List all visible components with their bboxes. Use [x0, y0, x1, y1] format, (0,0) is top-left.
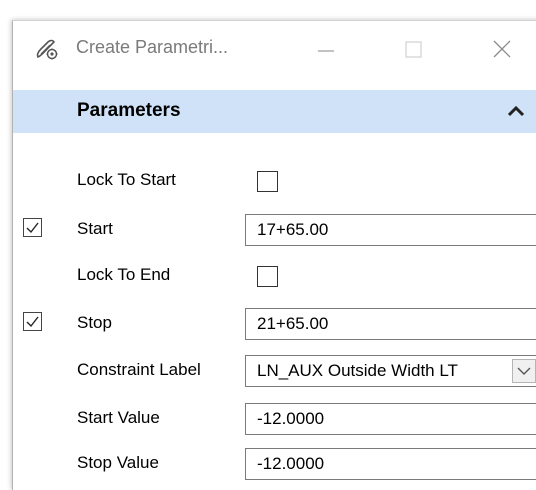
dropdown-button[interactable] — [512, 359, 536, 383]
stop-enable-checkbox[interactable] — [23, 312, 42, 331]
create-parametric-dialog: Create Parametri... Parameters Lock To S… — [12, 20, 536, 490]
close-icon — [493, 40, 511, 58]
maximize-icon — [405, 41, 422, 58]
lock-to-start-row: Lock To Start — [13, 158, 536, 202]
checkmark-icon — [26, 316, 39, 328]
section-title: Parameters — [77, 100, 181, 121]
lock-to-start-checkbox[interactable] — [257, 171, 278, 192]
window-title: Create Parametri... — [76, 37, 229, 57]
start-input[interactable] — [245, 214, 536, 246]
start-label: Start — [77, 219, 113, 238]
stop-input[interactable] — [245, 308, 536, 340]
start-value-label: Start Value — [77, 408, 160, 427]
parameters-section-header[interactable]: Parameters — [13, 90, 536, 133]
checkmark-icon — [26, 222, 39, 234]
start-value-row: Start Value — [13, 396, 536, 440]
constraint-label-dropdown[interactable]: LN_AUX Outside Width LT — [245, 355, 536, 387]
lock-to-end-checkbox[interactable] — [257, 266, 278, 287]
chevron-down-icon — [517, 367, 531, 375]
lock-to-start-label: Lock To Start — [77, 170, 176, 189]
parametric-tool-icon — [35, 37, 59, 61]
stop-value-row: Stop Value — [13, 441, 536, 485]
chevron-up-icon[interactable] — [507, 104, 525, 118]
stop-value-label: Stop Value — [77, 453, 159, 472]
stop-row: Stop — [13, 301, 536, 345]
constraint-label-row: Constraint Label LN_AUX Outside Width LT — [13, 348, 536, 392]
title-bar[interactable]: Create Parametri... — [13, 21, 536, 78]
minimize-button[interactable] — [309, 33, 343, 63]
constraint-label-value: LN_AUX Outside Width LT — [257, 361, 458, 380]
start-enable-checkbox[interactable] — [23, 218, 42, 237]
close-button[interactable] — [485, 33, 519, 63]
constraint-label-label: Constraint Label — [77, 360, 201, 379]
maximize-button[interactable] — [396, 33, 430, 63]
lock-to-end-row: Lock To End — [13, 253, 536, 297]
stop-label: Stop — [77, 313, 112, 332]
start-row: Start — [13, 207, 536, 251]
start-value-input[interactable] — [245, 403, 536, 435]
stop-value-input[interactable] — [245, 448, 536, 480]
lock-to-end-label: Lock To End — [77, 265, 171, 284]
minimize-icon — [318, 50, 334, 52]
